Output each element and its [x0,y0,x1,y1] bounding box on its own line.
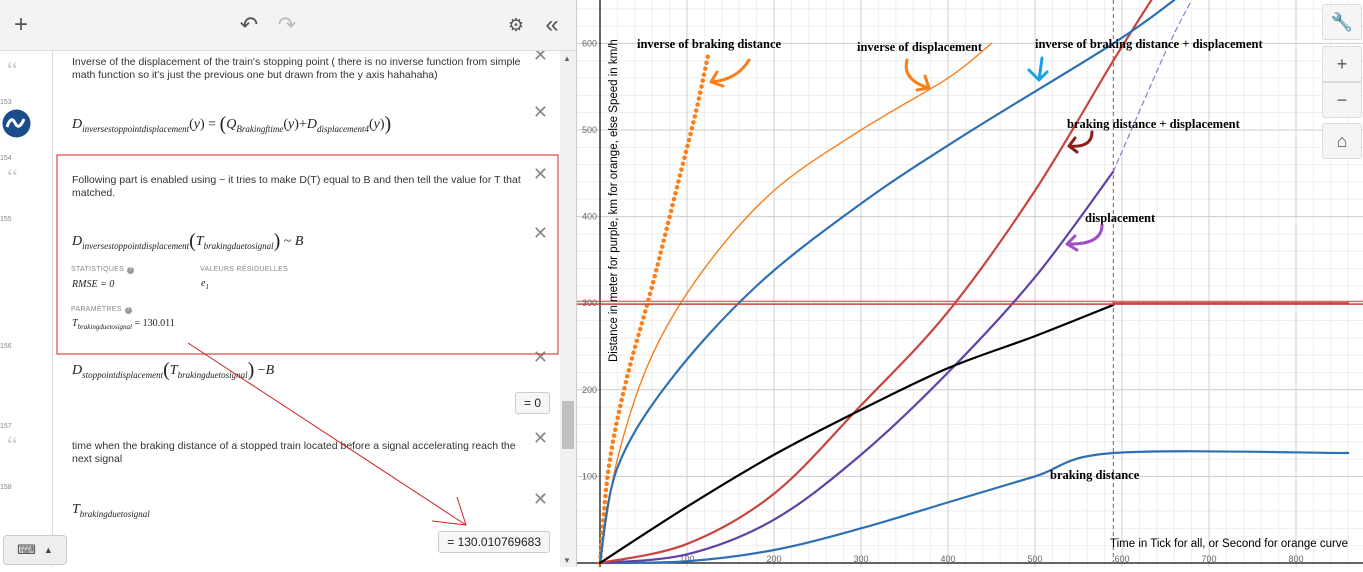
graph-settings-button[interactable]: 🔧 [1322,4,1362,40]
delete-expression-button[interactable]: ✕ [533,490,548,508]
y-tick-label: 100 [582,471,597,481]
expression-toolbar: + ↶ ↷ ⚙ « [0,0,576,51]
keyboard-icon: ⌨ [17,542,36,557]
math-expression[interactable]: Dinversestoppointdisplacement(Tbrakingdu… [72,230,303,253]
y-tick-label: 300 [582,298,597,308]
row-gutter: 155 [0,216,38,343]
annotation-label: braking distance + displacement [1067,117,1241,131]
info-icon: ? [127,267,135,274]
annotation-label: inverse of braking distance [637,37,782,51]
home-view-button[interactable]: ⌂ [1322,123,1362,159]
keyboard-toggle-button[interactable]: ⌨ ▲ [3,535,67,565]
expression-list: “ Inverse of the displacement of the tra… [0,51,560,567]
expression-list-scrollbar[interactable]: ▲ ▼ [560,51,576,567]
note-text[interactable]: Inverse of the displacement of the train… [72,56,522,82]
row-gutter: “ [0,51,38,99]
plus-icon: + [1336,53,1348,74]
undo-icon: ↶ [239,12,259,37]
undo-button[interactable]: ↶ [238,12,260,38]
settings-button[interactable]: ⚙ [505,12,527,38]
gear-icon: ⚙ [507,14,525,35]
scroll-down-icon[interactable]: ▼ [563,556,571,565]
x-tick-label: 600 [1114,554,1129,564]
x-tick-label: 300 [853,554,868,564]
math-expression[interactable]: Dstoppointdisplacement(Tbrakingduetosign… [72,359,274,382]
info-icon: ? [124,307,132,314]
scrollbar-thumb[interactable] [562,401,574,449]
row-gutter: 153 [0,99,38,155]
expression-row[interactable]: 156 Dstoppointdisplacement(Tbrakingdueto… [0,343,560,424]
delete-expression-button[interactable]: ✕ [533,348,548,366]
math-expression[interactable]: Tbrakingduetosignal [72,502,150,519]
row-gutter: 156 [0,343,38,423]
zoom-in-button[interactable]: + [1322,46,1362,82]
annotation-label: inverse of braking distance + displaceme… [1035,37,1263,51]
row-number: 158 [0,484,12,491]
row-gutter: 157 “ [0,423,38,484]
desmos-logo-icon[interactable] [2,109,31,138]
add-expression-button[interactable]: + [10,11,32,38]
delete-expression-button[interactable]: ✕ [533,224,548,242]
expression-row[interactable]: 153 Dinversestoppointdisplacement(y) = (… [0,99,560,156]
x-tick-label: 400 [940,554,955,564]
y-tick-label: 500 [582,125,597,135]
math-expression[interactable]: Dinversestoppointdisplacement(y) = (QBra… [72,113,391,136]
evaluation-result: = 0 [514,392,550,414]
annotation-label: braking distance [1050,468,1140,482]
expression-panel: + ↶ ↷ ⚙ « “ Inverse of the displacement … [0,0,577,567]
row-number: 156 [0,343,12,350]
expression-row[interactable]: 155 Dinversestoppointdisplacement(Tbraki… [0,216,560,344]
redo-icon: ↷ [277,12,297,37]
note-quote-icon: “ [7,165,18,191]
delete-expression-button[interactable]: ✕ [533,103,548,121]
parameters-label: PARAMÈTRES? [71,306,132,314]
residuals-label: VALEURS RÉSIDUELLES [200,266,289,273]
plus-icon: + [13,11,28,38]
annotation-label: displacement [1085,211,1156,225]
double-chevron-left-icon: « [545,11,559,38]
graph-panel[interactable]: 100 200 300 400 500 600 700 800 100 200 300 400 500 6… [577,0,1363,567]
expression-row[interactable]: “ Inverse of the displacement of the tra… [0,51,560,100]
wrench-icon: 🔧 [1330,11,1354,32]
note-quote-icon: “ [7,433,18,459]
x-tick-label: 500 [1027,554,1042,564]
zoom-out-button[interactable]: − [1322,82,1362,118]
x-tick-label: 200 [766,554,781,564]
row-gutter: 154 “ [0,155,38,216]
y-tick-label: 200 [582,385,597,395]
y-axis-label: Distance in meter for purple, km for ora… [608,39,620,362]
note-text[interactable]: time when the braking distance of a stop… [72,440,522,466]
expression-row[interactable]: 158 Tbrakingduetosignal = 130.010769683 … [0,484,560,567]
scroll-up-icon[interactable]: ▲ [563,54,571,63]
x-tick-label: 800 [1288,554,1303,564]
minus-icon: − [1336,89,1348,110]
expression-row[interactable]: 154 “ Following part is enabled using ~ i… [0,155,560,217]
delete-expression-button[interactable]: ✕ [533,51,548,64]
parameter-value: Tbrakingduetosignal = 130.011 [72,318,175,331]
expression-row[interactable]: 157 “ time when the braking distance of a… [0,423,560,485]
home-icon: ⌂ [1336,130,1348,151]
rmse-value: RMSE = 0 [72,279,115,290]
row-number: 154 [0,155,12,162]
note-text[interactable]: Following part is enabled using ~ it tri… [72,174,522,200]
row-number: 157 [0,423,12,430]
row-number: 153 [0,99,12,106]
collapse-panel-button[interactable]: « [540,11,564,38]
delete-expression-button[interactable]: ✕ [533,429,548,447]
annotation-label: inverse of displacement [857,40,983,54]
y-tick-label: 600 [582,38,597,48]
residual-variable[interactable]: e1 [201,278,209,291]
note-quote-icon: “ [7,58,18,84]
redo-button[interactable]: ↷ [276,12,298,38]
graph-canvas[interactable]: 100 200 300 400 500 600 700 8001002003004005006… [577,0,1363,567]
x-axis-label: Time in Tick for all, or Second for oran… [1110,538,1348,550]
delete-expression-button[interactable]: ✕ [533,165,548,183]
caret-up-icon: ▲ [43,545,53,555]
y-tick-label: 400 [582,212,597,222]
x-tick-label: 700 [1201,554,1216,564]
statistics-label: STATISTIQUES? [71,266,135,274]
evaluation-result: = 130.010769683 [438,531,550,553]
row-number: 155 [0,216,12,223]
